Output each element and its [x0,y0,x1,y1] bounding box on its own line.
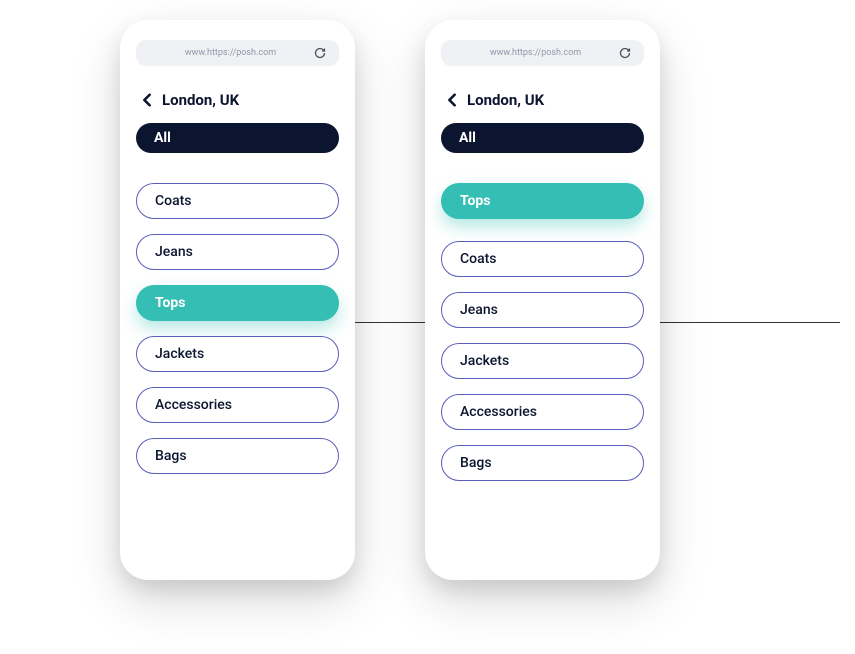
category-list: Coats Jeans Tops Jackets Accessories Bag… [136,183,339,474]
phone-mockup-2: www.https://posh.com London, UK All Tops… [425,20,660,580]
url-text: www.https://posh.com [148,48,313,58]
phone-mockup-1: www.https://posh.com London, UK All Coat… [120,20,355,580]
refresh-icon[interactable] [618,46,632,60]
category-list: Coats Jeans Jackets Accessories Bags [441,241,644,481]
location-row[interactable]: London, UK [136,91,339,109]
back-icon[interactable] [445,93,459,107]
category-coats[interactable]: Coats [136,183,339,219]
category-bags[interactable]: Bags [441,445,644,481]
url-bar[interactable]: www.https://posh.com [136,40,339,66]
all-filter-pill[interactable]: All [136,123,339,153]
category-jeans[interactable]: Jeans [136,234,339,270]
category-jackets[interactable]: Jackets [136,336,339,372]
url-text: www.https://posh.com [453,48,618,58]
category-tops[interactable]: Tops [136,285,339,321]
url-bar[interactable]: www.https://posh.com [441,40,644,66]
back-icon[interactable] [140,93,154,107]
category-tops-selected[interactable]: Tops [441,183,644,219]
location-text: London, UK [467,91,544,109]
phones-container: www.https://posh.com London, UK All Coat… [0,0,855,600]
location-row[interactable]: London, UK [441,91,644,109]
category-bags[interactable]: Bags [136,438,339,474]
location-text: London, UK [162,91,239,109]
category-accessories[interactable]: Accessories [136,387,339,423]
refresh-icon[interactable] [313,46,327,60]
category-jeans[interactable]: Jeans [441,292,644,328]
category-coats[interactable]: Coats [441,241,644,277]
category-accessories[interactable]: Accessories [441,394,644,430]
all-filter-pill[interactable]: All [441,123,644,153]
category-jackets[interactable]: Jackets [441,343,644,379]
